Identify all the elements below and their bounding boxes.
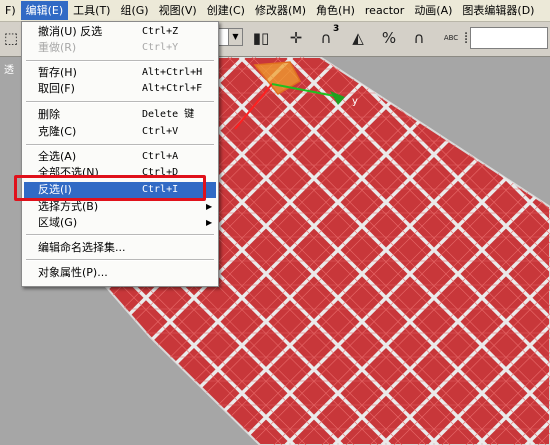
mesh-edge-line — [0, 57, 6, 445]
mesh-edge-line — [0, 57, 4, 445]
submenu-arrow-icon: ▶ — [206, 218, 213, 227]
mesh-subdivision-line — [0, 57, 16, 445]
menu-character[interactable]: 角色(H) — [311, 1, 360, 20]
percent-snap-icon[interactable]: % — [378, 26, 400, 50]
select-manipulate-icon[interactable]: ✛ — [285, 26, 307, 50]
callout-highlight-box — [14, 175, 206, 201]
menu-item-delete[interactable]: 删除 Delete 键 — [24, 107, 216, 123]
menu-views[interactable]: 视图(V) — [154, 1, 202, 20]
named-selection-input[interactable] — [470, 27, 548, 49]
menu-separator — [26, 144, 214, 146]
menu-item-select-all[interactable]: 全选(A) Ctrl+A — [24, 149, 216, 165]
menu-bar: F) 编辑(E) 工具(T) 组(G) 视图(V) 创建(C) 修改器(M) 角… — [0, 0, 550, 22]
submenu-arrow-icon: ▶ — [206, 202, 213, 211]
pivot-center-icon[interactable]: ▮▯ — [250, 26, 272, 50]
menu-item-edit-named-selections[interactable]: 编辑命名选择集... — [24, 240, 216, 256]
menu-separator — [26, 60, 214, 62]
chevron-down-icon[interactable]: ▼ — [228, 28, 243, 46]
menu-item-hold[interactable]: 暂存(H) Alt+Ctrl+H — [24, 65, 216, 81]
gizmo-y-label: y — [352, 96, 358, 107]
menu-file[interactable]: F) — [0, 1, 21, 20]
menu-tools[interactable]: 工具(T) — [68, 1, 115, 20]
menu-separator — [26, 234, 214, 236]
menu-reactor[interactable]: reactor — [360, 1, 409, 20]
viewport-label[interactable]: 透 — [4, 61, 14, 76]
menu-item-region[interactable]: 区域(G) ▶ — [24, 215, 216, 231]
select-object-icon[interactable]: ⬚ — [0, 26, 22, 50]
menu-item-undo[interactable]: 撤消(U) 反选 Ctrl+Z — [24, 24, 216, 40]
spinner-snap-icon[interactable]: ∩ — [408, 26, 430, 50]
menu-separator — [26, 259, 214, 261]
menu-group[interactable]: 组(G) — [115, 1, 153, 20]
mesh-subdivision-line — [0, 57, 18, 445]
menu-item-clone[interactable]: 克隆(C) Ctrl+V — [24, 124, 216, 140]
menu-item-redo: 重做(R) Ctrl+Y — [38, 41, 179, 54]
edit-menu-dropdown: 撤消(U) 反选 Ctrl+Z 重做(R) Ctrl+Y 暂存(H) Alt+Ctrl… — [21, 21, 219, 287]
menu-edit[interactable]: 编辑(E) — [20, 1, 69, 20]
angle-snap-icon[interactable]: ◭ — [347, 26, 369, 50]
menu-separator — [26, 101, 214, 103]
menu-modifiers[interactable]: 修改器(M) — [250, 1, 311, 20]
menu-item-fetch[interactable]: 取回(F) Alt+Ctrl+F — [24, 81, 216, 97]
menu-graph-editors[interactable]: 图表编辑器(D) — [457, 1, 539, 20]
menu-item-object-properties[interactable]: 对象属性(P)... — [24, 265, 216, 281]
menu-create[interactable]: 创建(C) — [202, 1, 250, 20]
menu-item-select-by[interactable]: 选择方式(B) ▶ — [24, 199, 216, 215]
menu-animation[interactable]: 动画(A) — [409, 1, 457, 20]
snap-dimension-label: 3 — [333, 24, 340, 34]
